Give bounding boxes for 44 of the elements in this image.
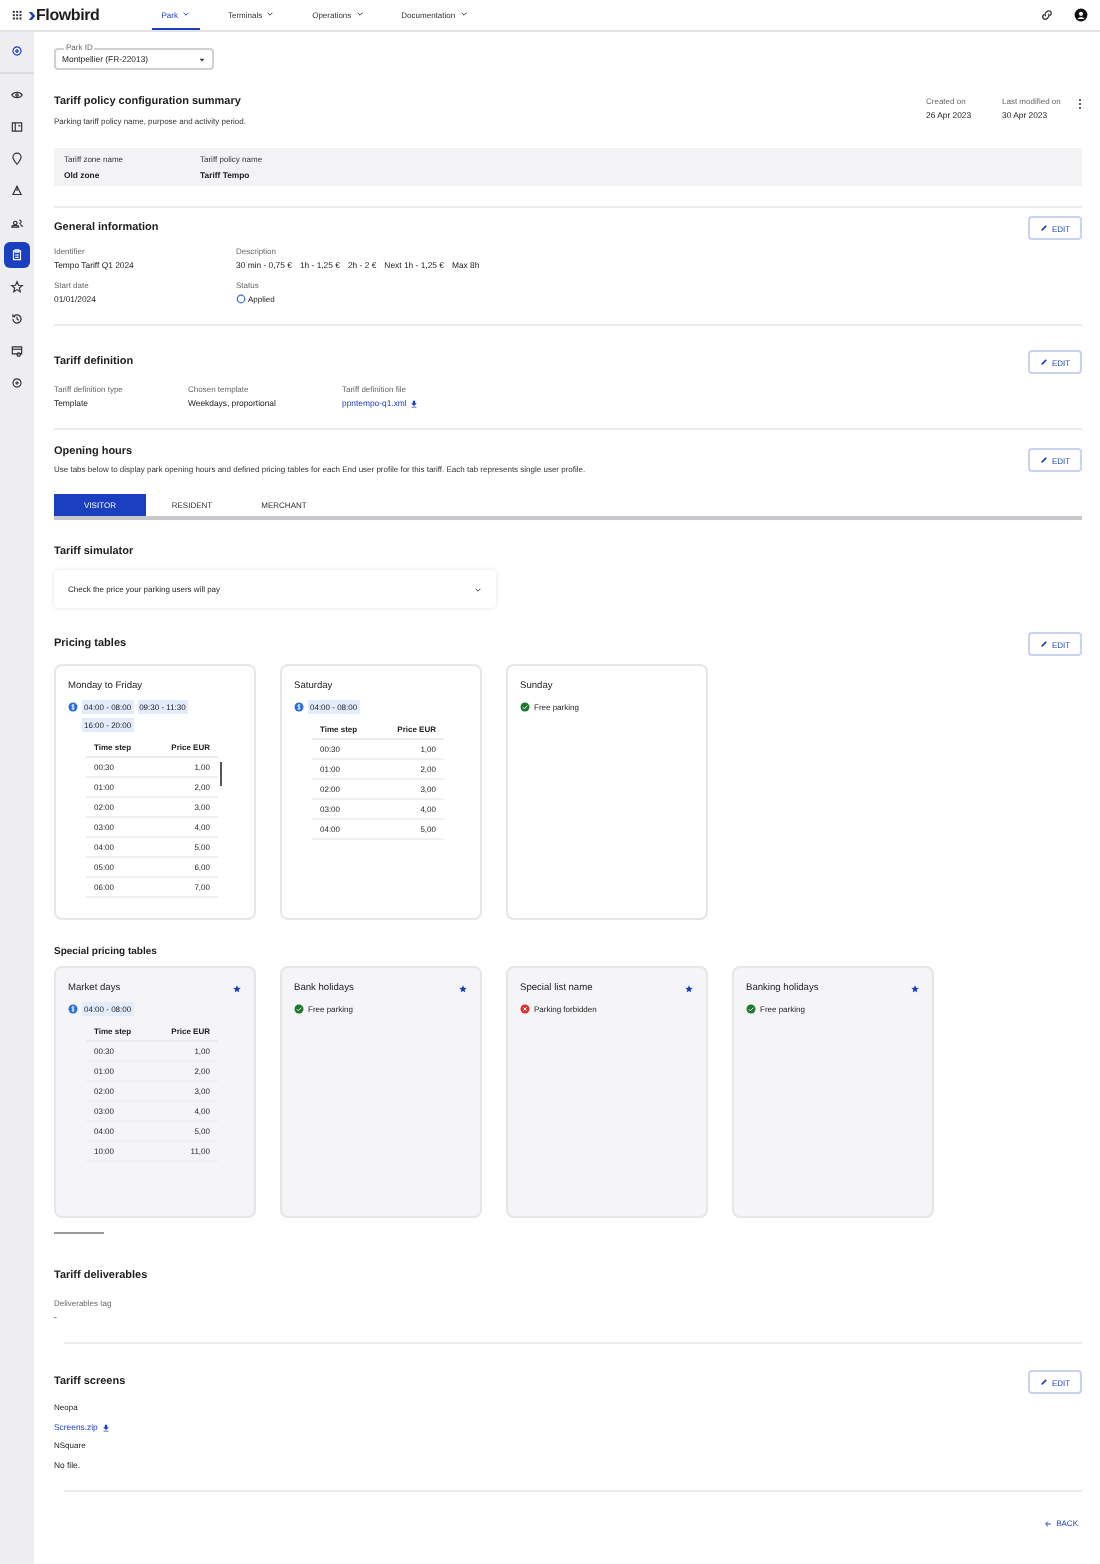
cross-circle-icon bbox=[520, 1004, 530, 1014]
chevron-down-icon bbox=[459, 10, 468, 18]
pencil-icon bbox=[1039, 456, 1048, 464]
arrow-left-icon bbox=[1044, 1519, 1053, 1527]
card-icon bbox=[10, 344, 24, 358]
chevron-down-icon bbox=[266, 10, 275, 18]
status-ring-icon bbox=[236, 294, 246, 304]
pencil-icon bbox=[1039, 640, 1048, 648]
download-icon[interactable] bbox=[410, 399, 419, 407]
pin-icon bbox=[10, 152, 24, 166]
brand-logo[interactable]: Flowbird bbox=[36, 6, 100, 24]
pencil-icon bbox=[1039, 224, 1048, 232]
money-icon bbox=[68, 702, 78, 712]
star-icon bbox=[10, 280, 24, 294]
money-icon bbox=[68, 1004, 78, 1014]
chevron-down-icon bbox=[474, 585, 482, 593]
map-icon bbox=[10, 120, 24, 134]
target-icon bbox=[10, 44, 24, 58]
pencil-icon bbox=[1039, 1378, 1048, 1386]
chevron-down-icon bbox=[181, 10, 190, 18]
network-icon bbox=[10, 184, 24, 198]
money-icon bbox=[294, 702, 304, 712]
people-icon bbox=[10, 216, 24, 230]
star-icon[interactable] bbox=[232, 984, 242, 994]
eye-icon bbox=[10, 88, 24, 102]
chevron-down-icon bbox=[355, 10, 364, 18]
clipboard-icon bbox=[10, 248, 24, 262]
sidebar-item[interactable] bbox=[4, 242, 30, 268]
link-icon[interactable] bbox=[1040, 8, 1054, 22]
star-icon[interactable] bbox=[684, 984, 694, 994]
history-icon bbox=[10, 312, 24, 326]
user-avatar-icon[interactable] bbox=[1074, 8, 1088, 22]
logo-mark-icon bbox=[28, 9, 36, 21]
dropdown-caret-icon bbox=[198, 55, 206, 63]
check-circle-icon bbox=[294, 1004, 304, 1014]
scrollbar-thumb[interactable] bbox=[220, 762, 222, 786]
apps-menu-icon[interactable] bbox=[12, 10, 22, 20]
download-icon[interactable] bbox=[101, 1423, 110, 1431]
check-circle-icon bbox=[746, 1004, 756, 1014]
check-circle-icon bbox=[520, 702, 530, 712]
add-circle-icon bbox=[10, 376, 24, 390]
star-icon[interactable] bbox=[458, 984, 468, 994]
star-icon[interactable] bbox=[910, 984, 920, 994]
pencil-icon bbox=[1039, 358, 1048, 366]
